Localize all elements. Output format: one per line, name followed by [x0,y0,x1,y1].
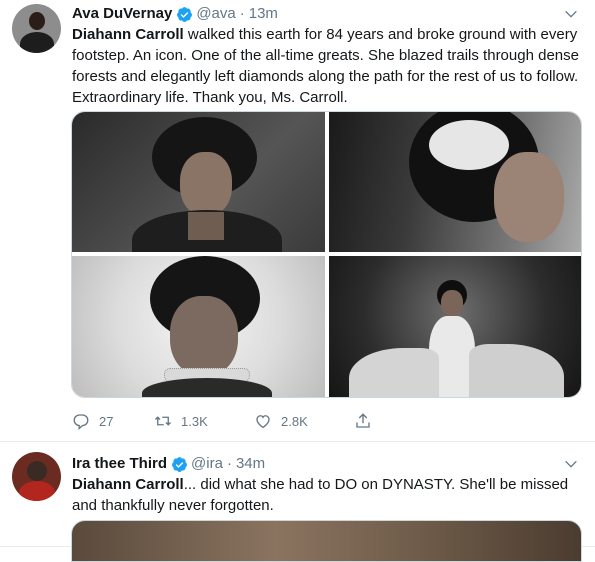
tweet-actions: 27 1.3K 2.8K [72,410,381,432]
timestamp[interactable]: 13m [249,4,278,24]
timestamp[interactable]: 34m [236,454,265,474]
reply-icon [73,414,89,430]
like-count: 2.8K [281,413,308,429]
separator-dot: · [226,455,232,472]
display-name[interactable]: Ava DuVernay [72,4,172,24]
media-preview[interactable] [71,520,582,562]
tweet[interactable]: Ava DuVernay @ava · 13m Diahann Carroll … [0,0,595,442]
tweet-text: Diahann Carroll... did what she had to D… [72,474,584,516]
share-icon [356,413,370,428]
share-button[interactable] [354,412,381,430]
verified-badge-icon [172,456,187,472]
chevron-down-icon[interactable] [563,6,579,22]
retweet-count: 1.3K [181,413,208,429]
separator-dot: · [239,5,245,22]
like-icon [256,415,270,429]
reply-button[interactable]: 27 [72,412,154,430]
retweet-icon [155,416,171,426]
photo-1[interactable] [72,112,325,252]
photo-2[interactable] [329,112,581,252]
reply-count: 27 [99,413,114,429]
handle[interactable]: @ava [196,4,235,24]
tweet-text: Diahann Carroll walked this earth for 84… [72,24,584,108]
photo-4[interactable] [329,256,581,397]
display-name[interactable]: Ira thee Third [72,454,167,474]
avatar[interactable] [12,4,61,53]
tweet-header: Ira thee Third @ira · 34m [72,454,265,474]
tweet-text-bold[interactable]: Diahann Carroll [72,476,184,493]
tweet-text-bold[interactable]: Diahann Carroll [72,26,184,43]
retweet-button[interactable]: 1.3K [154,412,254,430]
like-button[interactable]: 2.8K [254,412,354,430]
verified-badge-icon [177,6,193,22]
avatar[interactable] [12,452,61,501]
chevron-down-icon[interactable] [563,456,579,472]
photo-3[interactable] [72,256,325,397]
media-grid[interactable] [71,111,582,398]
handle[interactable]: @ira [191,454,223,474]
tweet-header: Ava DuVernay @ava · 13m [72,4,278,24]
